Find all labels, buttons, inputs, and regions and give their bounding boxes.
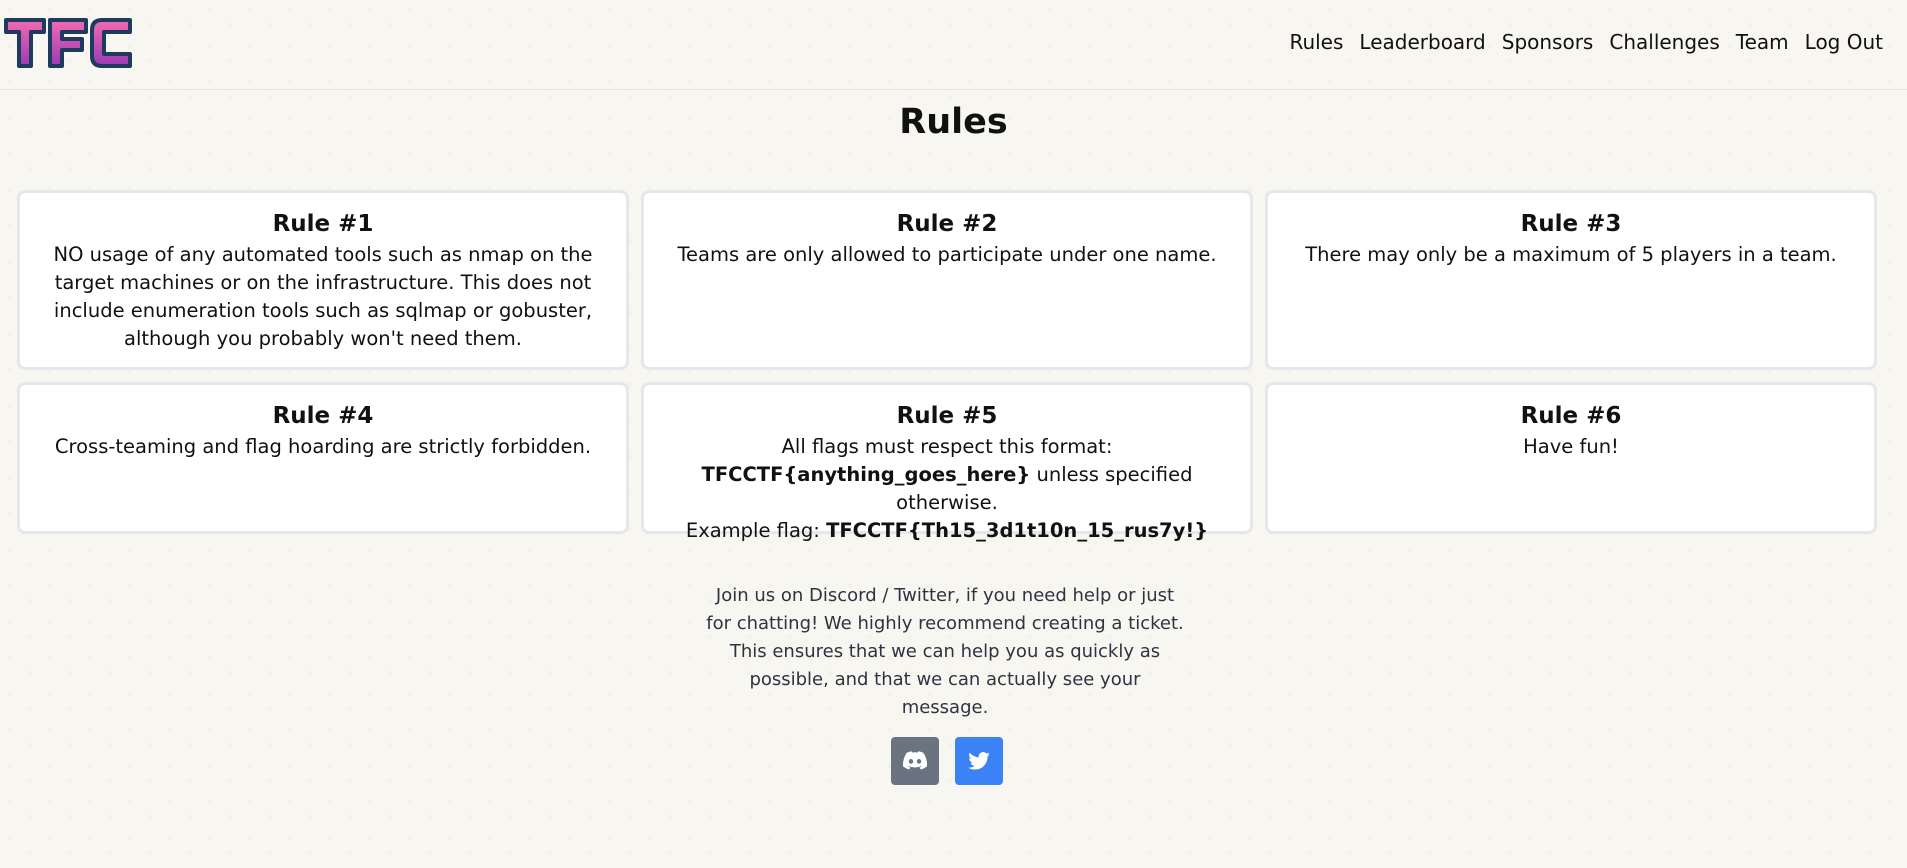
rule-text: Teams are only allowed to participate un… (677, 243, 1217, 266)
rule-title: Rule #6 (1520, 403, 1622, 429)
nav-links: Rules Leaderboard Sponsors Challenges Te… (1289, 30, 1883, 54)
rule-title: Rule #1 (272, 211, 374, 237)
rule-card-6: Rule #6 Have fun! (1265, 382, 1877, 534)
rule-card-3: Rule #3 There may only be a maximum of 5… (1265, 190, 1877, 370)
rule-title: Rule #4 (272, 403, 374, 429)
nav-rules-link[interactable]: Rules (1289, 30, 1343, 54)
rules-grid: Rule #1 NO usage of any automated tools … (17, 190, 1877, 542)
rule-title: Rule #3 (1520, 211, 1622, 237)
tfc-logo[interactable] (2, 14, 134, 72)
example-flag: TFCCTF{Th15_3d1t10n_15_rus7y!} (826, 519, 1209, 542)
rule-text-intro: All flags must respect this format: (781, 435, 1113, 458)
flag-format: TFCCTF{anything_goes_here} (701, 463, 1031, 486)
nav-sponsors-link[interactable]: Sponsors (1502, 30, 1594, 54)
rule-card-4: Rule #4 Cross-teaming and flag hoarding … (17, 382, 629, 534)
twitter-icon (968, 752, 990, 770)
rule-card-2: Rule #2 Teams are only allowed to partic… (641, 190, 1253, 370)
rule-text: There may only be a maximum of 5 players… (1305, 243, 1837, 266)
nav-challenges-link[interactable]: Challenges (1609, 30, 1719, 54)
nav-team-link[interactable]: Team (1736, 30, 1789, 54)
discord-icon (903, 751, 927, 770)
rule-card-5: Rule #5 All flags must respect this form… (641, 382, 1253, 542)
footer-text: Join us on Discord / Twitter, if you nee… (706, 585, 1184, 718)
page-title: Rules (899, 102, 1008, 142)
rule-title: Rule #2 (896, 211, 998, 237)
rule-text: Cross-teaming and flag hoarding are stri… (54, 435, 592, 458)
nav-logout-link[interactable]: Log Out (1805, 30, 1883, 54)
nav-leaderboard-link[interactable]: Leaderboard (1359, 30, 1485, 54)
twitter-button[interactable] (955, 737, 1003, 785)
rule-text: All flags must respect this format: TFCC… (672, 433, 1222, 545)
example-label: Example flag: (685, 519, 827, 542)
rule-text: Have fun! (1523, 435, 1619, 458)
rule-card-1: Rule #1 NO usage of any automated tools … (17, 190, 629, 370)
navbar: Rules Leaderboard Sponsors Challenges Te… (0, 0, 1907, 90)
rule-text: NO usage of any automated tools such as … (53, 243, 593, 350)
discord-button[interactable] (891, 737, 939, 785)
rule-title: Rule #5 (896, 403, 998, 429)
